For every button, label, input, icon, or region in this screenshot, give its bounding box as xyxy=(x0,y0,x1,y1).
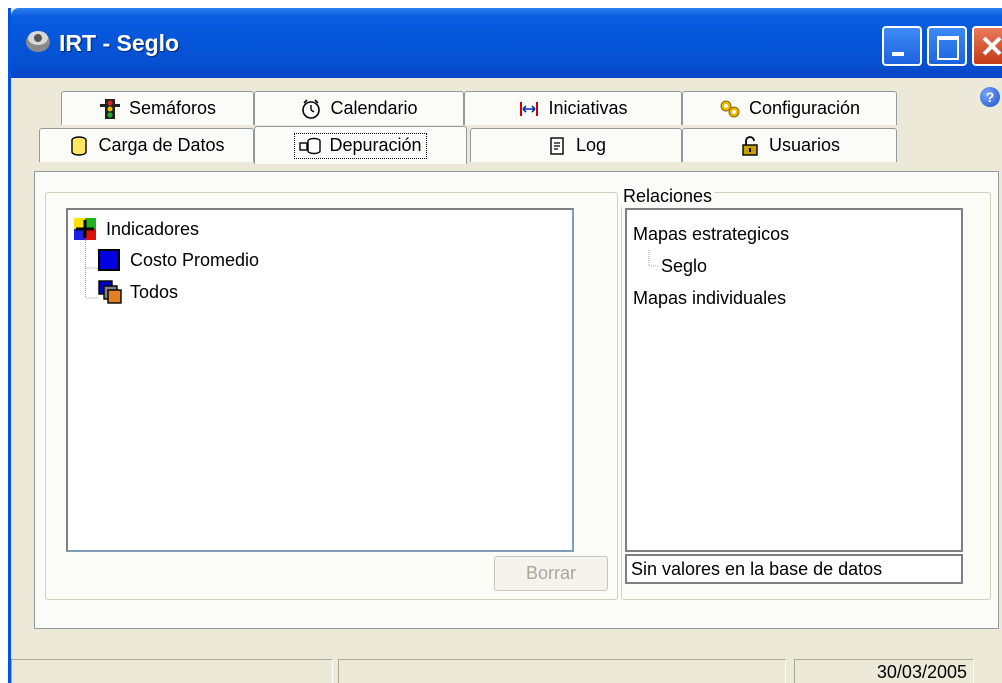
traffic-light-icon xyxy=(99,98,120,119)
tree-node-indicadores[interactable]: Indicadores xyxy=(74,218,199,240)
indicadores-tree[interactable]: Indicadores Costo Promedio Todos xyxy=(66,208,574,552)
tree-node-costo-promedio[interactable]: Costo Promedio xyxy=(98,249,259,271)
tab-depuracion[interactable]: Depuración xyxy=(254,126,467,164)
padlock-icon xyxy=(742,135,758,156)
clock-icon xyxy=(302,98,321,119)
tab-label: Configuración xyxy=(748,98,861,118)
help-icon[interactable]: ? xyxy=(980,87,1000,107)
minimize-button[interactable] xyxy=(882,26,922,66)
status-pane-1 xyxy=(11,659,333,683)
database-cleanup-icon xyxy=(299,137,322,154)
close-button[interactable] xyxy=(972,26,1002,66)
tab-label: Usuarios xyxy=(768,135,841,155)
maximize-button[interactable] xyxy=(927,26,967,66)
tab-configuracion[interactable]: Configuración xyxy=(682,91,897,125)
window-title: IRT - Seglo xyxy=(59,30,180,56)
tree-node-seglo[interactable]: Seglo xyxy=(661,256,707,277)
tab-focus: Depuración xyxy=(294,132,427,159)
tree-node-label: Indicadores xyxy=(106,218,200,239)
borrar-button[interactable]: Borrar xyxy=(494,556,608,591)
tab-label: Log xyxy=(575,135,607,155)
tree-node-label: Costo Promedio xyxy=(130,249,260,270)
app-icon xyxy=(26,31,50,52)
tab-label: Semáforos xyxy=(128,98,217,118)
tab-label: Iniciativas xyxy=(548,98,628,118)
tree-node-label: Todos xyxy=(130,281,179,302)
status-pane-date: 30/03/2005 xyxy=(794,659,974,683)
app-window: IRT - Seglo ? Semáforos Calendario Inici… xyxy=(8,8,1002,683)
tab-label: Calendario xyxy=(330,98,418,118)
gears-icon xyxy=(720,100,740,117)
minimize-icon xyxy=(892,52,904,56)
status-pane-2 xyxy=(338,659,786,683)
relaciones-label: Relaciones xyxy=(621,186,715,207)
tree-node-mapas-estrategicos[interactable]: Mapas estrategicos xyxy=(633,224,789,245)
tree-node-label: Mapas individuales xyxy=(633,288,787,308)
maximize-icon xyxy=(937,36,959,60)
tab-iniciativas[interactable]: Iniciativas xyxy=(464,91,682,125)
tab-label: Carga de Datos xyxy=(98,135,225,155)
status-bar: 30/03/2005 xyxy=(11,655,1002,683)
tab-calendario[interactable]: Calendario xyxy=(254,91,464,125)
tree-node-label: Mapas estrategicos xyxy=(633,224,790,244)
tab-usuarios[interactable]: Usuarios xyxy=(682,128,897,162)
indicator-root-icon xyxy=(74,218,96,240)
indicator-group-icon xyxy=(98,280,122,304)
tree-node-label: Seglo xyxy=(661,256,708,276)
close-icon xyxy=(982,36,1002,56)
relaciones-status: Sin valores en la base de datos xyxy=(625,554,963,584)
title-bar[interactable]: IRT - Seglo xyxy=(11,8,1002,78)
cylinder-icon xyxy=(71,135,88,156)
tab-carga-de-datos[interactable]: Carga de Datos xyxy=(39,128,254,162)
tab-semaforos[interactable]: Semáforos xyxy=(61,91,254,125)
tree-node-todos[interactable]: Todos xyxy=(98,280,178,304)
relaciones-tree[interactable]: Mapas estrategicos Seglo Mapas individua… xyxy=(625,208,963,552)
arrows-icon xyxy=(520,101,539,116)
document-icon xyxy=(550,136,564,155)
tab-label: Depuración xyxy=(329,135,422,155)
indicator-icon xyxy=(98,249,120,271)
tab-log[interactable]: Log xyxy=(470,128,682,162)
tree-node-mapas-individuales[interactable]: Mapas individuales xyxy=(633,288,786,309)
